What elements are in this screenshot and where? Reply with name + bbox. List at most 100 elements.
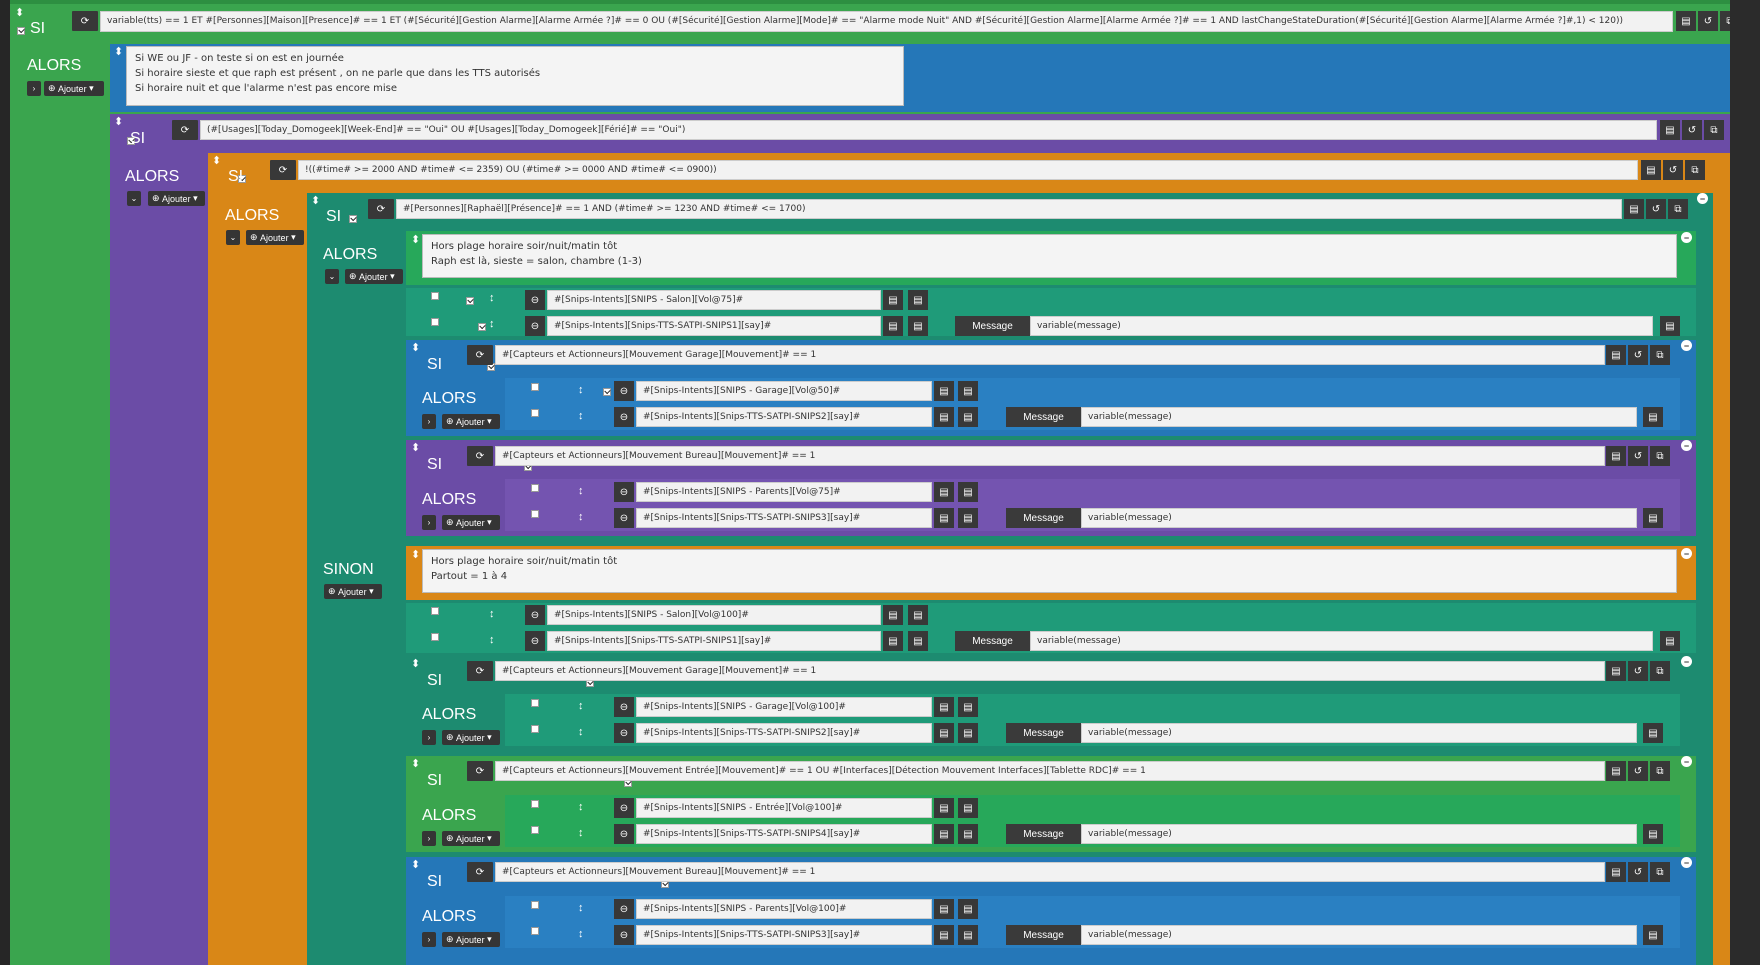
add-button[interactable]: ⊕ Ajouter ▾ (442, 831, 500, 846)
action-input[interactable]: #[Snips-Intents][SNIPS - Entrée][Vol@100… (636, 798, 932, 818)
comment-textarea[interactable]: Hors plage horaire soir/nuit/matin tôt P… (422, 549, 1677, 593)
minus-circle-icon[interactable]: ⊖ (614, 798, 634, 818)
add-button[interactable]: ⊕ Ajouter ▾ (148, 191, 205, 206)
add-button[interactable]: ⊕ Ajouter ▾ (442, 932, 500, 947)
expression-icon[interactable]: ▤ (934, 925, 954, 945)
expression-icon[interactable]: ▤ (908, 605, 928, 625)
minus-circle-icon[interactable]: ⊖ (614, 723, 634, 743)
condition-input[interactable]: #[Capteurs et Actionneurs][Mouvement Gar… (495, 345, 1605, 365)
remove-icon[interactable]: − (1681, 340, 1692, 351)
remove-icon[interactable]: − (1681, 232, 1692, 243)
refresh-icon[interactable]: ⟳ (72, 11, 98, 31)
expression-icon[interactable]: ▤ (883, 605, 903, 625)
expression-icon[interactable]: ▤ (1606, 661, 1626, 681)
expression-icon[interactable]: ▤ (958, 899, 978, 919)
move-icon[interactable]: ⬍ (411, 858, 420, 871)
condition-input[interactable]: #[Capteurs et Actionneurs][Mouvement Bur… (495, 862, 1605, 882)
expression-icon[interactable]: ▤ (934, 381, 954, 401)
expression-icon[interactable]: ▤ (934, 482, 954, 502)
expression-icon[interactable]: ▤ (958, 798, 978, 818)
expression-icon[interactable]: ▤ (883, 631, 903, 651)
chevron-icon[interactable]: › (422, 932, 436, 947)
action-input[interactable]: #[Snips-Intents][SNIPS - Garage][Vol@100… (636, 697, 932, 717)
message-input[interactable]: variable(message) (1081, 508, 1637, 528)
condition-input[interactable]: #[Capteurs et Actionneurs][Mouvement Ent… (495, 761, 1605, 781)
expression-icon[interactable]: ▤ (934, 899, 954, 919)
move-icon[interactable]: ⬍ (114, 45, 123, 58)
enable-checkbox[interactable] (465, 297, 474, 305)
history-icon[interactable]: ↺ (1698, 11, 1718, 31)
expression-icon[interactable]: ▤ (958, 482, 978, 502)
expression-icon[interactable]: ▤ (1660, 631, 1680, 651)
comment-textarea[interactable]: Si WE ou JF - on teste si on est en jour… (126, 46, 904, 106)
minus-circle-icon[interactable]: ⊖ (525, 316, 545, 336)
expression-icon[interactable]: ▤ (1643, 723, 1663, 743)
add-button[interactable]: ⊕ Ajouter ▾ (442, 414, 500, 429)
move-icon[interactable]: ⬍ (411, 548, 420, 561)
action-input[interactable]: #[Snips-Intents][Snips-TTS-SATPI-SNIPS1]… (547, 631, 881, 651)
move-icon[interactable]: ⬍ (411, 233, 420, 246)
expression-icon[interactable]: ▤ (1643, 925, 1663, 945)
enable-checkbox[interactable] (349, 215, 358, 223)
minus-circle-icon[interactable]: ⊖ (614, 697, 634, 717)
expression-icon[interactable]: ▤ (1606, 345, 1626, 365)
history-icon[interactable]: ↺ (1628, 446, 1648, 466)
chevron-icon[interactable]: ⌄ (226, 230, 240, 245)
chevron-icon[interactable]: › (422, 414, 436, 429)
expression-icon[interactable]: ▤ (1643, 824, 1663, 844)
condition-input[interactable]: #[Personnes][Raphaël][Présence]# == 1 AN… (396, 199, 1622, 219)
root-condition-input[interactable]: variable(tts) == 1 ET #[Personnes][Maiso… (100, 11, 1673, 32)
action-input[interactable]: #[Snips-Intents][Snips-TTS-SATPI-SNIPS3]… (636, 925, 932, 945)
chevron-icon[interactable]: › (422, 831, 436, 846)
move-icon[interactable]: ↕ (578, 700, 584, 712)
enable-checkbox[interactable] (17, 27, 25, 35)
expression-icon[interactable]: ▤ (934, 697, 954, 717)
parallel-checkbox[interactable] (531, 510, 539, 518)
chevron-icon[interactable]: › (422, 730, 436, 745)
chevron-icon[interactable]: ⌄ (325, 269, 339, 284)
action-input[interactable]: #[Snips-Intents][SNIPS - Garage][Vol@50]… (636, 381, 932, 401)
expression-icon[interactable]: ▤ (958, 925, 978, 945)
refresh-icon[interactable]: ⟳ (270, 160, 296, 180)
condition-input[interactable]: #[Capteurs et Actionneurs][Mouvement Gar… (495, 661, 1605, 681)
copy-icon[interactable]: ⧉ (1650, 345, 1670, 365)
add-button[interactable]: ⊕ Ajouter ▾ (246, 230, 304, 245)
add-button[interactable]: ⊕ Ajouter ▾ (44, 81, 104, 96)
chevron-icon[interactable]: › (27, 81, 41, 96)
parallel-checkbox[interactable] (431, 633, 439, 641)
expression-icon[interactable]: ▤ (1606, 862, 1626, 882)
action-input[interactable]: #[Snips-Intents][Snips-TTS-SATPI-SNIPS1]… (547, 316, 881, 336)
minus-circle-icon[interactable]: ⊖ (525, 605, 545, 625)
refresh-icon[interactable]: ⟳ (467, 862, 493, 882)
refresh-icon[interactable]: ⟳ (467, 661, 493, 681)
history-icon[interactable]: ↺ (1628, 761, 1648, 781)
expression-icon[interactable]: ▤ (934, 798, 954, 818)
minus-circle-icon[interactable]: ⊖ (614, 407, 634, 427)
enable-checkbox[interactable] (478, 323, 487, 331)
move-icon[interactable]: ↕ (578, 410, 584, 422)
action-input[interactable]: #[Snips-Intents][Snips-TTS-SATPI-SNIPS2]… (636, 723, 932, 743)
action-input[interactable]: #[Snips-Intents][Snips-TTS-SATPI-SNIPS2]… (636, 407, 932, 427)
action-input[interactable]: #[Snips-Intents][SNIPS - Salon][Vol@100]… (547, 605, 881, 625)
condition-input[interactable]: #[Capteurs et Actionneurs][Mouvement Bur… (495, 446, 1605, 466)
history-icon[interactable]: ↺ (1628, 345, 1648, 365)
minus-circle-icon[interactable]: ⊖ (614, 824, 634, 844)
move-icon[interactable]: ↕ (578, 827, 584, 839)
parallel-checkbox[interactable] (531, 901, 539, 909)
expression-icon[interactable]: ▤ (958, 407, 978, 427)
expression-icon[interactable]: ▤ (958, 824, 978, 844)
expression-icon[interactable]: ▤ (908, 631, 928, 651)
parallel-checkbox[interactable] (431, 292, 439, 300)
expression-icon[interactable]: ▤ (1606, 446, 1626, 466)
message-input[interactable]: variable(message) (1081, 723, 1637, 743)
minus-circle-icon[interactable]: ⊖ (614, 925, 634, 945)
message-input[interactable]: variable(message) (1081, 407, 1637, 427)
parallel-checkbox[interactable] (431, 318, 439, 326)
condition-input[interactable]: !((#time# >= 2000 AND #time# <= 2359) OU… (298, 160, 1638, 180)
expression-icon[interactable]: ▤ (934, 508, 954, 528)
move-icon[interactable]: ↕ (578, 726, 584, 738)
chevron-icon[interactable]: › (422, 515, 436, 530)
parallel-checkbox[interactable] (531, 409, 539, 417)
move-icon[interactable]: ⬍ (311, 194, 320, 207)
move-icon[interactable]: ⬍ (15, 6, 24, 19)
